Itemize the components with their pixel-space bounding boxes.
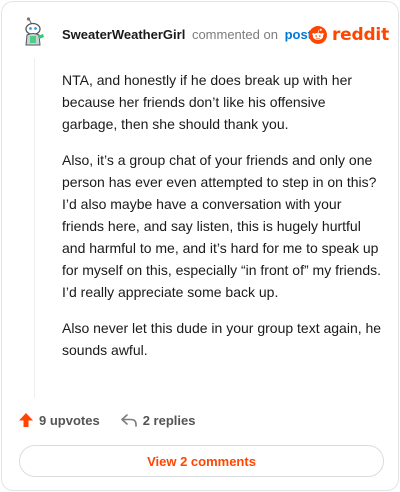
commented-on-label: commented on [191, 27, 278, 42]
comment-meta: SweaterWeatherGirl commented on post [62, 26, 312, 44]
view-comments-button[interactable]: View 2 comments [19, 445, 384, 477]
reddit-wordmark: reddit [331, 25, 389, 45]
upvote-arrow-icon [19, 413, 33, 427]
reddit-snoo-icon [309, 26, 327, 44]
comment-actions: 9 upvotes 2 replies [18, 408, 378, 432]
reply-arrow-icon [120, 414, 137, 427]
snoo-avatar-icon[interactable] [18, 16, 50, 48]
upvote-count: 9 upvotes [39, 412, 100, 428]
post-link[interactable]: post [285, 27, 312, 42]
comment-paragraph: NTA, and honestly if he does break up wi… [62, 72, 353, 132]
reddit-logo[interactable]: reddit [309, 21, 389, 49]
replies-button[interactable]: 2 replies [120, 412, 196, 428]
comment-paragraph: Also never let this dude in your group t… [62, 320, 382, 358]
username[interactable]: SweaterWeatherGirl [62, 27, 185, 42]
comment-card: SweaterWeatherGirl commented on post red… [1, 1, 399, 491]
comment-paragraph: Also, it’s a group chat of your friends … [62, 152, 381, 300]
thread-line[interactable] [34, 58, 35, 398]
replies-count: 2 replies [142, 412, 196, 428]
comment-body: NTA, and honestly if he does break up wi… [62, 69, 384, 375]
upvote-button[interactable]: 9 upvotes [18, 412, 100, 428]
comment-header: SweaterWeatherGirl commented on post red… [2, 2, 400, 66]
